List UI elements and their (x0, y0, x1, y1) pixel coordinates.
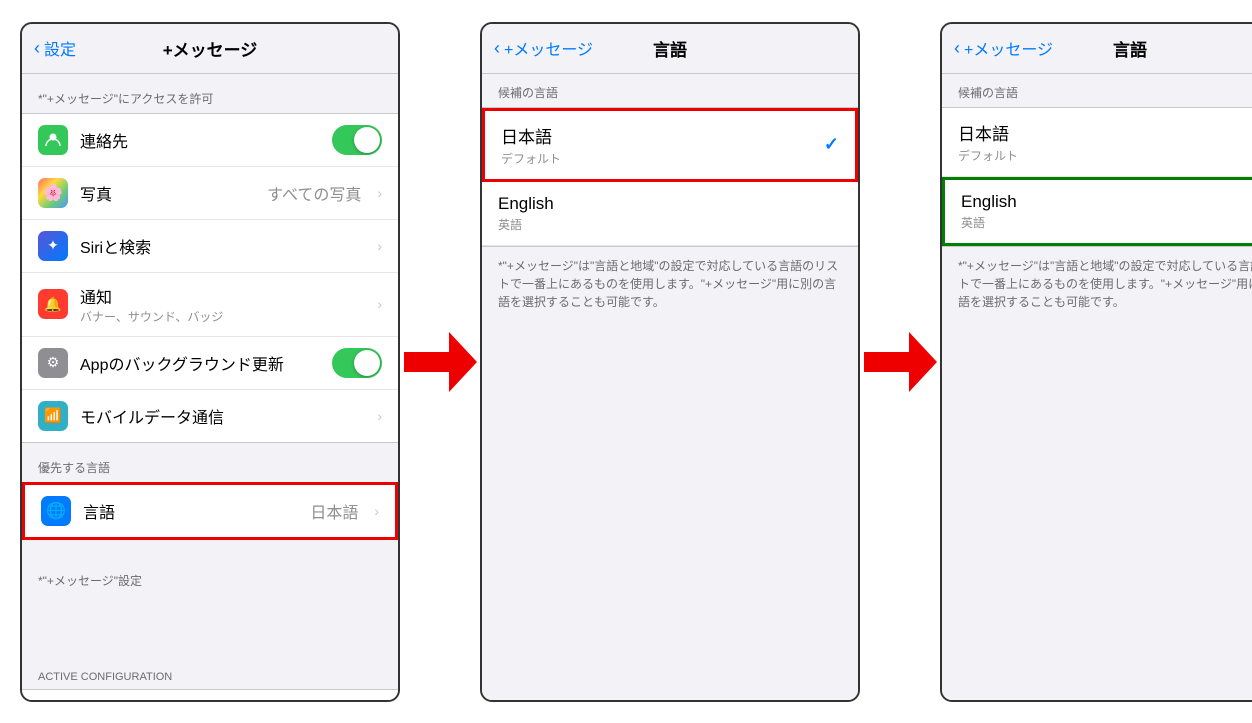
screen3-english-inner: English 英語 ✓ (945, 180, 1252, 243)
settings-section-label: *"+メッセージ"設定 (22, 556, 398, 595)
photos-icon: 🌸 (38, 178, 68, 208)
screen3-back-label: +メッセージ (964, 36, 1053, 60)
siri-row[interactable]: ✦ Siriと検索 › (22, 220, 398, 273)
arrow2-body (864, 352, 909, 372)
access-settings-group: 連絡先 🌸 写真 すべての写真 › ✦ Siriと検索 › (22, 113, 398, 443)
screen3-content: 候補の言語 日本語 デフォルト English (942, 74, 1252, 700)
screen2-note: *"+メッセージ"は"言語と地域"の設定で対応している言語のリストで一番上にある… (482, 247, 858, 321)
language-row[interactable]: 🌐 言語 日本語 › (25, 485, 395, 537)
notification-row[interactable]: 🔔 通知 バナー、サウンド、バッジ › (22, 273, 398, 337)
screen3: ‹ +メッセージ 言語 候補の言語 日本語 デフォルト (940, 22, 1252, 702)
photos-row[interactable]: 🌸 写真 すべての写真 › (22, 167, 398, 220)
notification-label-group: 通知 バナー、サウンド、バッジ (80, 284, 361, 325)
contacts-icon (38, 125, 68, 155)
mobile-data-chevron-icon: › (377, 408, 382, 424)
screen2-english-inner: English 英語 (498, 194, 842, 233)
photos-chevron-icon: › (377, 185, 382, 201)
language-value: 日本語 (310, 499, 358, 523)
arrow1 (410, 332, 470, 392)
screen2-english-row[interactable]: English 英語 (482, 182, 858, 246)
arrow2 (870, 332, 930, 392)
screen3-title: 言語 (1113, 36, 1147, 61)
screen3-japanese-inner: 日本語 デフォルト (958, 120, 1252, 164)
language-icon: 🌐 (41, 496, 71, 526)
language-label: 言語 (83, 499, 298, 523)
screen1-navbar: ‹ 設定 +メッセージ (22, 24, 398, 74)
notification-label: 通知 (80, 284, 361, 308)
arrow2-shape (864, 332, 937, 392)
screen3-japanese-info: 日本語 デフォルト (958, 120, 1018, 164)
screen2-english-name: English (498, 194, 554, 214)
screen2-content: 候補の言語 日本語 デフォルト ✓ Engl (482, 74, 858, 700)
notification-sublabel: バナー、サウンド、バッジ (80, 308, 361, 325)
screen2-english-info: English 英語 (498, 194, 554, 233)
screen1: ‹ 設定 +メッセージ *"+メッセージ"にアクセスを許可 連絡先 (20, 22, 400, 702)
notification-chevron-icon: › (377, 296, 382, 312)
screen2-japanese-row[interactable]: 日本語 デフォルト ✓ (482, 108, 858, 182)
arrow1-shape (404, 332, 477, 392)
bg-refresh-icon: ⚙ (38, 348, 68, 378)
photos-label: 写真 (80, 181, 255, 205)
access-section-label: *"+メッセージ"にアクセスを許可 (22, 74, 398, 113)
screen2-japanese-info: 日本語 デフォルト (501, 123, 561, 167)
spacer2 (22, 595, 398, 655)
screen3-japanese-sub: デフォルト (958, 147, 1018, 164)
contacts-label: 連絡先 (80, 128, 320, 152)
config-row[interactable]: Configuration › (22, 690, 398, 700)
screen2-japanese-sub: デフォルト (501, 150, 561, 167)
config-group: Configuration › (22, 689, 398, 700)
notification-icon: 🔔 (38, 289, 68, 319)
screen3-english-name: English (961, 192, 1017, 212)
screen1-content: *"+メッセージ"にアクセスを許可 連絡先 🌸 写真 (22, 74, 398, 700)
screen2-lang-group: 日本語 デフォルト ✓ English 英語 (482, 107, 858, 247)
contacts-row[interactable]: 連絡先 (22, 114, 398, 167)
siri-chevron-icon: › (377, 238, 382, 254)
screen2-back-button[interactable]: ‹ +メッセージ (494, 36, 593, 60)
screen2-english-sub: 英語 (498, 216, 554, 233)
bg-refresh-label: Appのバックグラウンド更新 (80, 351, 320, 375)
lang-section-label: 優先する言語 (22, 443, 398, 482)
screen3-back-arrow-icon: ‹ (954, 38, 960, 59)
mobile-data-label: モバイルデータ通信 (80, 404, 361, 428)
screen3-japanese-row[interactable]: 日本語 デフォルト (942, 108, 1252, 177)
mobile-data-row[interactable]: 📶 モバイルデータ通信 › (22, 390, 398, 442)
mobile-data-icon: 📶 (38, 401, 68, 431)
screen2-back-label: +メッセージ (504, 36, 593, 60)
screen1-back-button[interactable]: ‹ 設定 (34, 36, 76, 60)
photos-value: すべての写真 (267, 181, 361, 205)
spacer1 (22, 540, 398, 556)
screen2-back-arrow-icon: ‹ (494, 38, 500, 59)
screen2-japanese-inner: 日本語 デフォルト ✓ (485, 111, 855, 179)
arrow1-head (449, 332, 477, 392)
arrow2-head (909, 332, 937, 392)
screen3-lang-group: 日本語 デフォルト English 英語 ✓ (942, 107, 1252, 247)
siri-icon: ✦ (38, 231, 68, 261)
screen3-navbar: ‹ +メッセージ 言語 (942, 24, 1252, 74)
screen2-navbar: ‹ +メッセージ 言語 (482, 24, 858, 74)
screen3-english-sub: 英語 (961, 214, 1017, 231)
contacts-toggle[interactable] (332, 125, 382, 155)
screen2-candidates-label: 候補の言語 (482, 74, 858, 107)
back-arrow-icon: ‹ (34, 38, 40, 59)
screen3-english-row[interactable]: English 英語 ✓ (942, 177, 1252, 246)
screen2: ‹ +メッセージ 言語 候補の言語 日本語 デフォルト ✓ (480, 22, 860, 702)
language-group: 🌐 言語 日本語 › (22, 482, 398, 540)
screen3-note: *"+メッセージ"は"言語と地域"の設定で対応している言語のリストで一番上にある… (942, 247, 1252, 321)
screen3-japanese-name: 日本語 (958, 120, 1018, 145)
screen2-japanese-check: ✓ (824, 134, 839, 155)
language-chevron-icon: › (374, 503, 379, 519)
arrow1-body (404, 352, 449, 372)
bg-refresh-toggle[interactable] (332, 348, 382, 378)
screen3-english-info: English 英語 (961, 192, 1017, 231)
screen2-title: 言語 (653, 36, 687, 61)
active-config-label: ACTIVE CONFIGURATION (22, 655, 398, 689)
main-container: ‹ 設定 +メッセージ *"+メッセージ"にアクセスを許可 連絡先 (20, 20, 1232, 703)
bg-refresh-row[interactable]: ⚙ Appのバックグラウンド更新 (22, 337, 398, 390)
screen1-back-label: 設定 (44, 36, 76, 60)
screen3-candidates-label: 候補の言語 (942, 74, 1252, 107)
siri-label: Siriと検索 (80, 234, 361, 258)
screen1-title: +メッセージ (163, 36, 258, 61)
screen3-back-button[interactable]: ‹ +メッセージ (954, 36, 1053, 60)
screen2-japanese-name: 日本語 (501, 123, 561, 148)
